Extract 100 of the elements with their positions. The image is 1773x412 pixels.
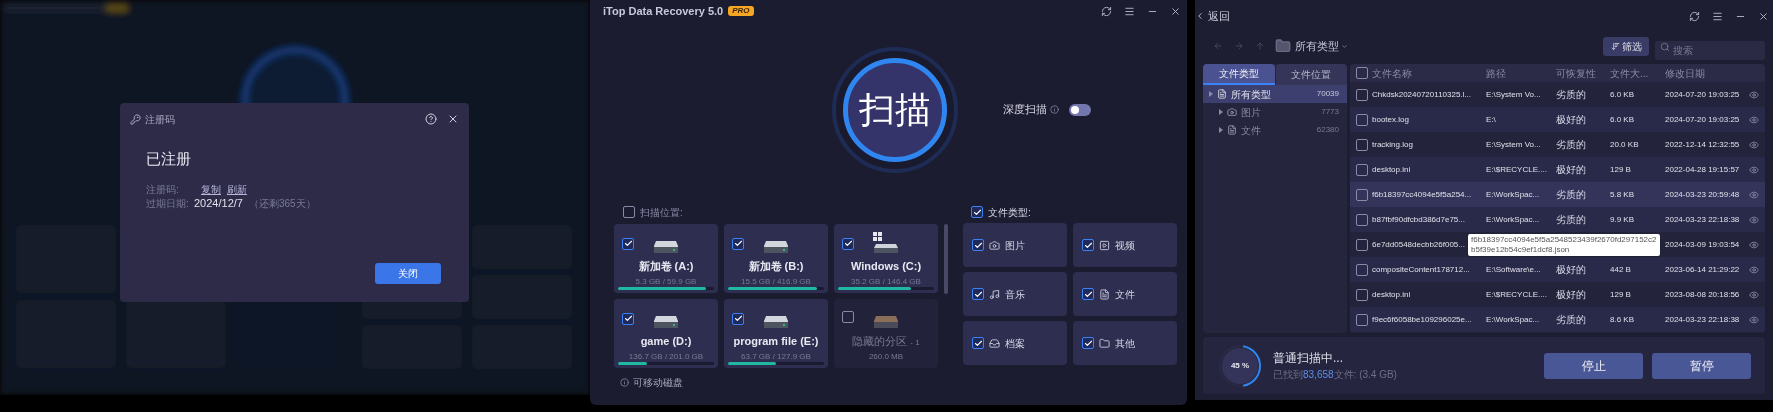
modified-date: 2024-03-23 22:18:38	[1665, 213, 1741, 226]
search-field[interactable]: 搜索	[1655, 40, 1765, 60]
menu-icon[interactable]	[1124, 5, 1135, 17]
checkbox[interactable]	[1356, 188, 1368, 201]
file-type-card[interactable]: 档案	[963, 321, 1067, 365]
removable-disk-label[interactable]: 可移动磁盘	[633, 375, 683, 390]
eye-icon[interactable]	[1749, 89, 1759, 100]
help-icon[interactable]	[425, 113, 437, 125]
file-type-label: 其他	[1115, 336, 1135, 351]
modified-date: 2022-04-28 19:15:57	[1665, 163, 1741, 176]
checkbox[interactable]	[622, 237, 634, 250]
expand-caret-icon[interactable]	[1209, 91, 1213, 97]
menu-icon[interactable]	[1712, 10, 1723, 22]
eye-icon[interactable]	[1749, 164, 1759, 175]
close-icon[interactable]	[1758, 10, 1769, 22]
dropdown-caret-icon[interactable]	[1341, 42, 1348, 50]
close-icon[interactable]	[447, 113, 459, 125]
checkbox[interactable]	[842, 237, 854, 250]
deep-scan-toggle[interactable]	[1068, 103, 1091, 116]
checkbox[interactable]	[971, 206, 983, 218]
column-header[interactable]: 路径	[1486, 65, 1552, 81]
table-row[interactable]: desktop.ini E:\$RECYCLE.... 极好的 129 B 2022-04-28 19:15:57	[1350, 157, 1765, 182]
column-header[interactable]: 修改日期	[1665, 65, 1745, 81]
file-type-card[interactable]: 其他	[1073, 321, 1177, 365]
current-folder[interactable]: 所有类型	[1295, 37, 1339, 55]
expand-caret-icon[interactable]	[1219, 109, 1223, 115]
checkbox[interactable]	[622, 312, 634, 325]
tab[interactable]: 文件类型	[1203, 64, 1275, 85]
file-type-label: 档案	[1005, 336, 1025, 351]
checkbox[interactable]	[1356, 67, 1368, 79]
action-button[interactable]: 暂停	[1652, 352, 1751, 379]
checkbox[interactable]	[972, 288, 984, 300]
drive-card[interactable]: 新加卷 (B:) 15.5 GB / 416.9 GB	[724, 224, 828, 293]
file-type-card[interactable]: 视频	[1073, 223, 1177, 267]
checkbox[interactable]	[1356, 113, 1368, 126]
action-button[interactable]: 停止	[1544, 352, 1643, 379]
checkbox[interactable]	[1356, 88, 1368, 101]
drive-card[interactable]: game (D:) 136.7 GB / 201.0 GB	[614, 299, 718, 368]
column-header[interactable]: 可恢复性	[1556, 65, 1606, 81]
checkbox[interactable]	[732, 312, 744, 325]
checkbox[interactable]	[1356, 138, 1368, 151]
link[interactable]: 刷新	[227, 182, 247, 197]
eye-icon[interactable]	[1749, 314, 1759, 325]
column-header[interactable]: 文件名称	[1372, 65, 1482, 81]
drive-card[interactable]: Windows (C:) 35.2 GB / 146.4 GB	[834, 224, 938, 293]
checkbox[interactable]	[842, 311, 854, 323]
eye-icon[interactable]	[1749, 289, 1759, 300]
checkbox[interactable]	[623, 206, 635, 218]
back-link[interactable]: 返回	[1208, 7, 1230, 25]
checkbox[interactable]	[1356, 288, 1368, 301]
checkbox[interactable]	[1356, 213, 1368, 226]
refresh-icon[interactable]	[1101, 5, 1112, 17]
table-row[interactable]: compositeContent178712... E:\Software\e... 极好的 442 B 2023-06-14 21:29:22	[1350, 257, 1765, 282]
eye-icon[interactable]	[1749, 139, 1759, 150]
column-header[interactable]: 文件大...	[1610, 65, 1661, 81]
drive-card[interactable]: 隐藏的分区 - 1 260.0 MB	[834, 299, 938, 368]
scrollbar[interactable]	[944, 224, 948, 294]
checkbox[interactable]	[1356, 263, 1368, 276]
back-icon[interactable]	[1195, 11, 1205, 21]
checkbox[interactable]	[1082, 337, 1094, 349]
close-button[interactable]: 关闭	[375, 263, 441, 284]
scan-button[interactable]: 扫描	[842, 57, 947, 162]
checkbox[interactable]	[972, 239, 984, 251]
file-type-card[interactable]: 文件	[1073, 272, 1177, 316]
eye-icon[interactable]	[1749, 214, 1759, 225]
checkbox[interactable]	[972, 337, 984, 349]
checkbox[interactable]	[732, 237, 744, 250]
expand-caret-icon[interactable]	[1219, 127, 1223, 133]
refresh-icon[interactable]	[1689, 10, 1700, 22]
file-name: desktop.ini	[1372, 288, 1412, 301]
drive-card[interactable]: program file (E:) 63.7 GB / 127.9 GB	[724, 299, 828, 368]
close-icon[interactable]	[1170, 5, 1181, 17]
checkbox[interactable]	[1082, 288, 1094, 300]
link[interactable]: 复制	[201, 182, 221, 197]
drive-card[interactable]: 新加卷 (A:) 5.3 GB / 59.9 GB	[614, 224, 718, 293]
eye-icon[interactable]	[1749, 189, 1759, 200]
folder-icon	[1099, 337, 1110, 349]
checkbox[interactable]	[1082, 239, 1094, 251]
eye-icon[interactable]	[1749, 114, 1759, 125]
tree-item[interactable]: 图片 7773	[1203, 103, 1347, 121]
table-row[interactable]: f6b18397cc4094e5f5a254... E:\WorkSpac... 劣质的 5.8 KB 2024-03-23 20:59:48	[1350, 182, 1765, 207]
checkbox[interactable]	[1356, 313, 1368, 326]
info-icon[interactable]	[1049, 105, 1059, 114]
filter-button[interactable]: 筛选	[1603, 36, 1649, 56]
checkbox[interactable]	[1356, 163, 1368, 176]
tree-item[interactable]: 所有类型 70039	[1203, 85, 1347, 103]
file-name: desktop.ini	[1372, 163, 1412, 176]
file-type-card[interactable]: 音乐	[963, 272, 1067, 316]
table-row[interactable]: bootex.log E:\ 极好的 6.0 KB 2024-07-20 19:03:25	[1350, 107, 1765, 132]
tab[interactable]: 文件位置	[1275, 64, 1347, 85]
tree-item[interactable]: 文件 62380	[1203, 121, 1347, 139]
checkbox[interactable]	[1356, 238, 1368, 251]
file-path: E:\WorkSpac...	[1486, 188, 1541, 201]
file-size: 8.6 KB	[1610, 313, 1635, 326]
eye-icon[interactable]	[1749, 264, 1759, 275]
dialog-title: 注册码	[145, 112, 175, 127]
table-row[interactable]: f9ec6f6058be109296025e... E:\WorkSpac... 劣质的 8.6 KB 2024-03-23 22:18:38	[1350, 307, 1765, 332]
table-row[interactable]: b87fbf90dfcbd386d7e75... E:\WorkSpac... 劣质的 9.9 KB 2024-03-23 22:18:38	[1350, 207, 1765, 232]
eye-icon[interactable]	[1749, 239, 1759, 250]
file-type-card[interactable]: 图片	[963, 223, 1067, 267]
